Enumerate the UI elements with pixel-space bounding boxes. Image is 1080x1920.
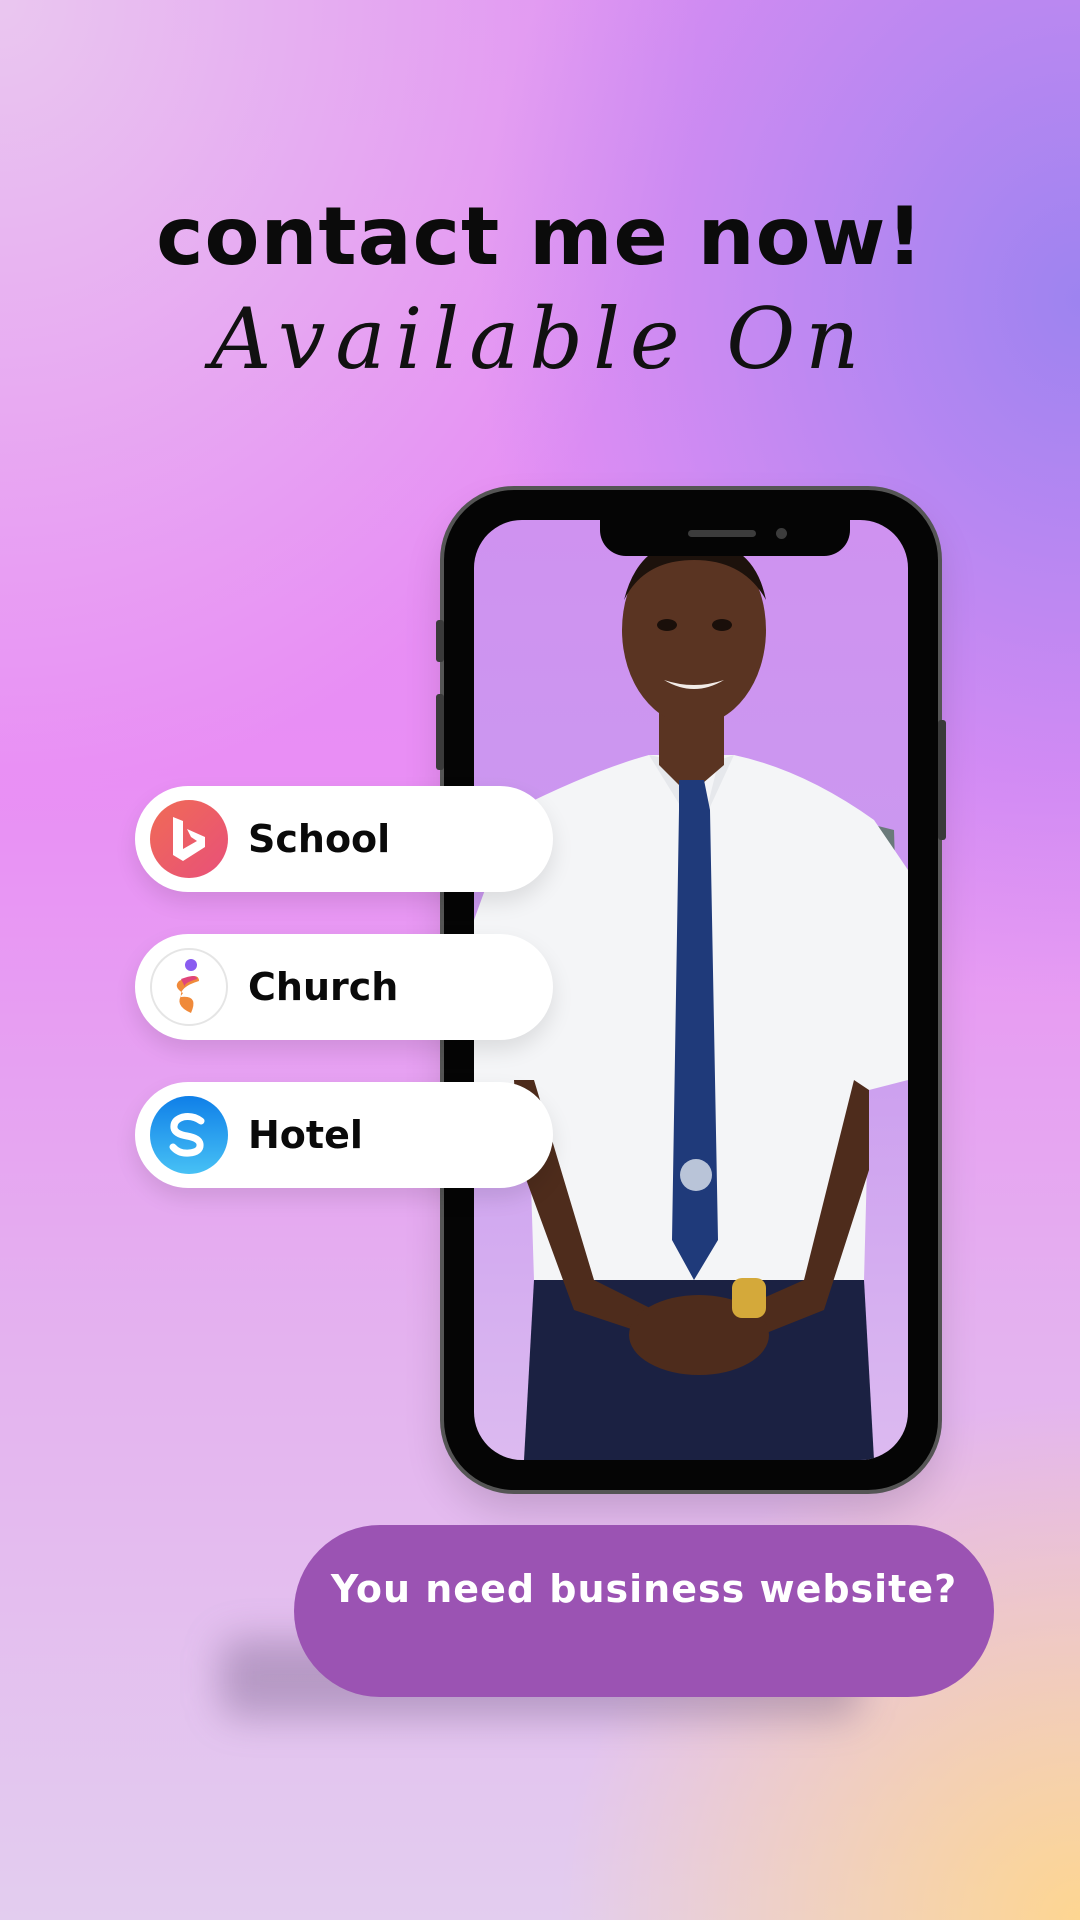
phone-power-button: [938, 720, 946, 840]
phone-mute-switch: [436, 620, 444, 662]
phone-camera: [776, 528, 787, 539]
option-hotel[interactable]: Hotel: [135, 1082, 553, 1188]
headline: contact me now!: [156, 190, 924, 283]
cta-label: You need business website?: [330, 1567, 958, 1611]
flame-figure-icon: [150, 948, 228, 1026]
option-label: School: [248, 817, 391, 861]
option-label: Hotel: [248, 1113, 363, 1157]
phone-volume-up: [436, 694, 444, 770]
option-label: Church: [248, 965, 399, 1009]
available-on-script: Available On: [210, 290, 870, 388]
skype-s-icon: [150, 1096, 228, 1174]
business-website-button[interactable]: You need business website?: [294, 1525, 994, 1697]
phone-speaker: [688, 530, 756, 537]
phone-notch: [600, 520, 850, 556]
option-school[interactable]: School: [135, 786, 553, 892]
bing-logo-icon: [150, 800, 228, 878]
option-church[interactable]: Church: [135, 934, 553, 1040]
